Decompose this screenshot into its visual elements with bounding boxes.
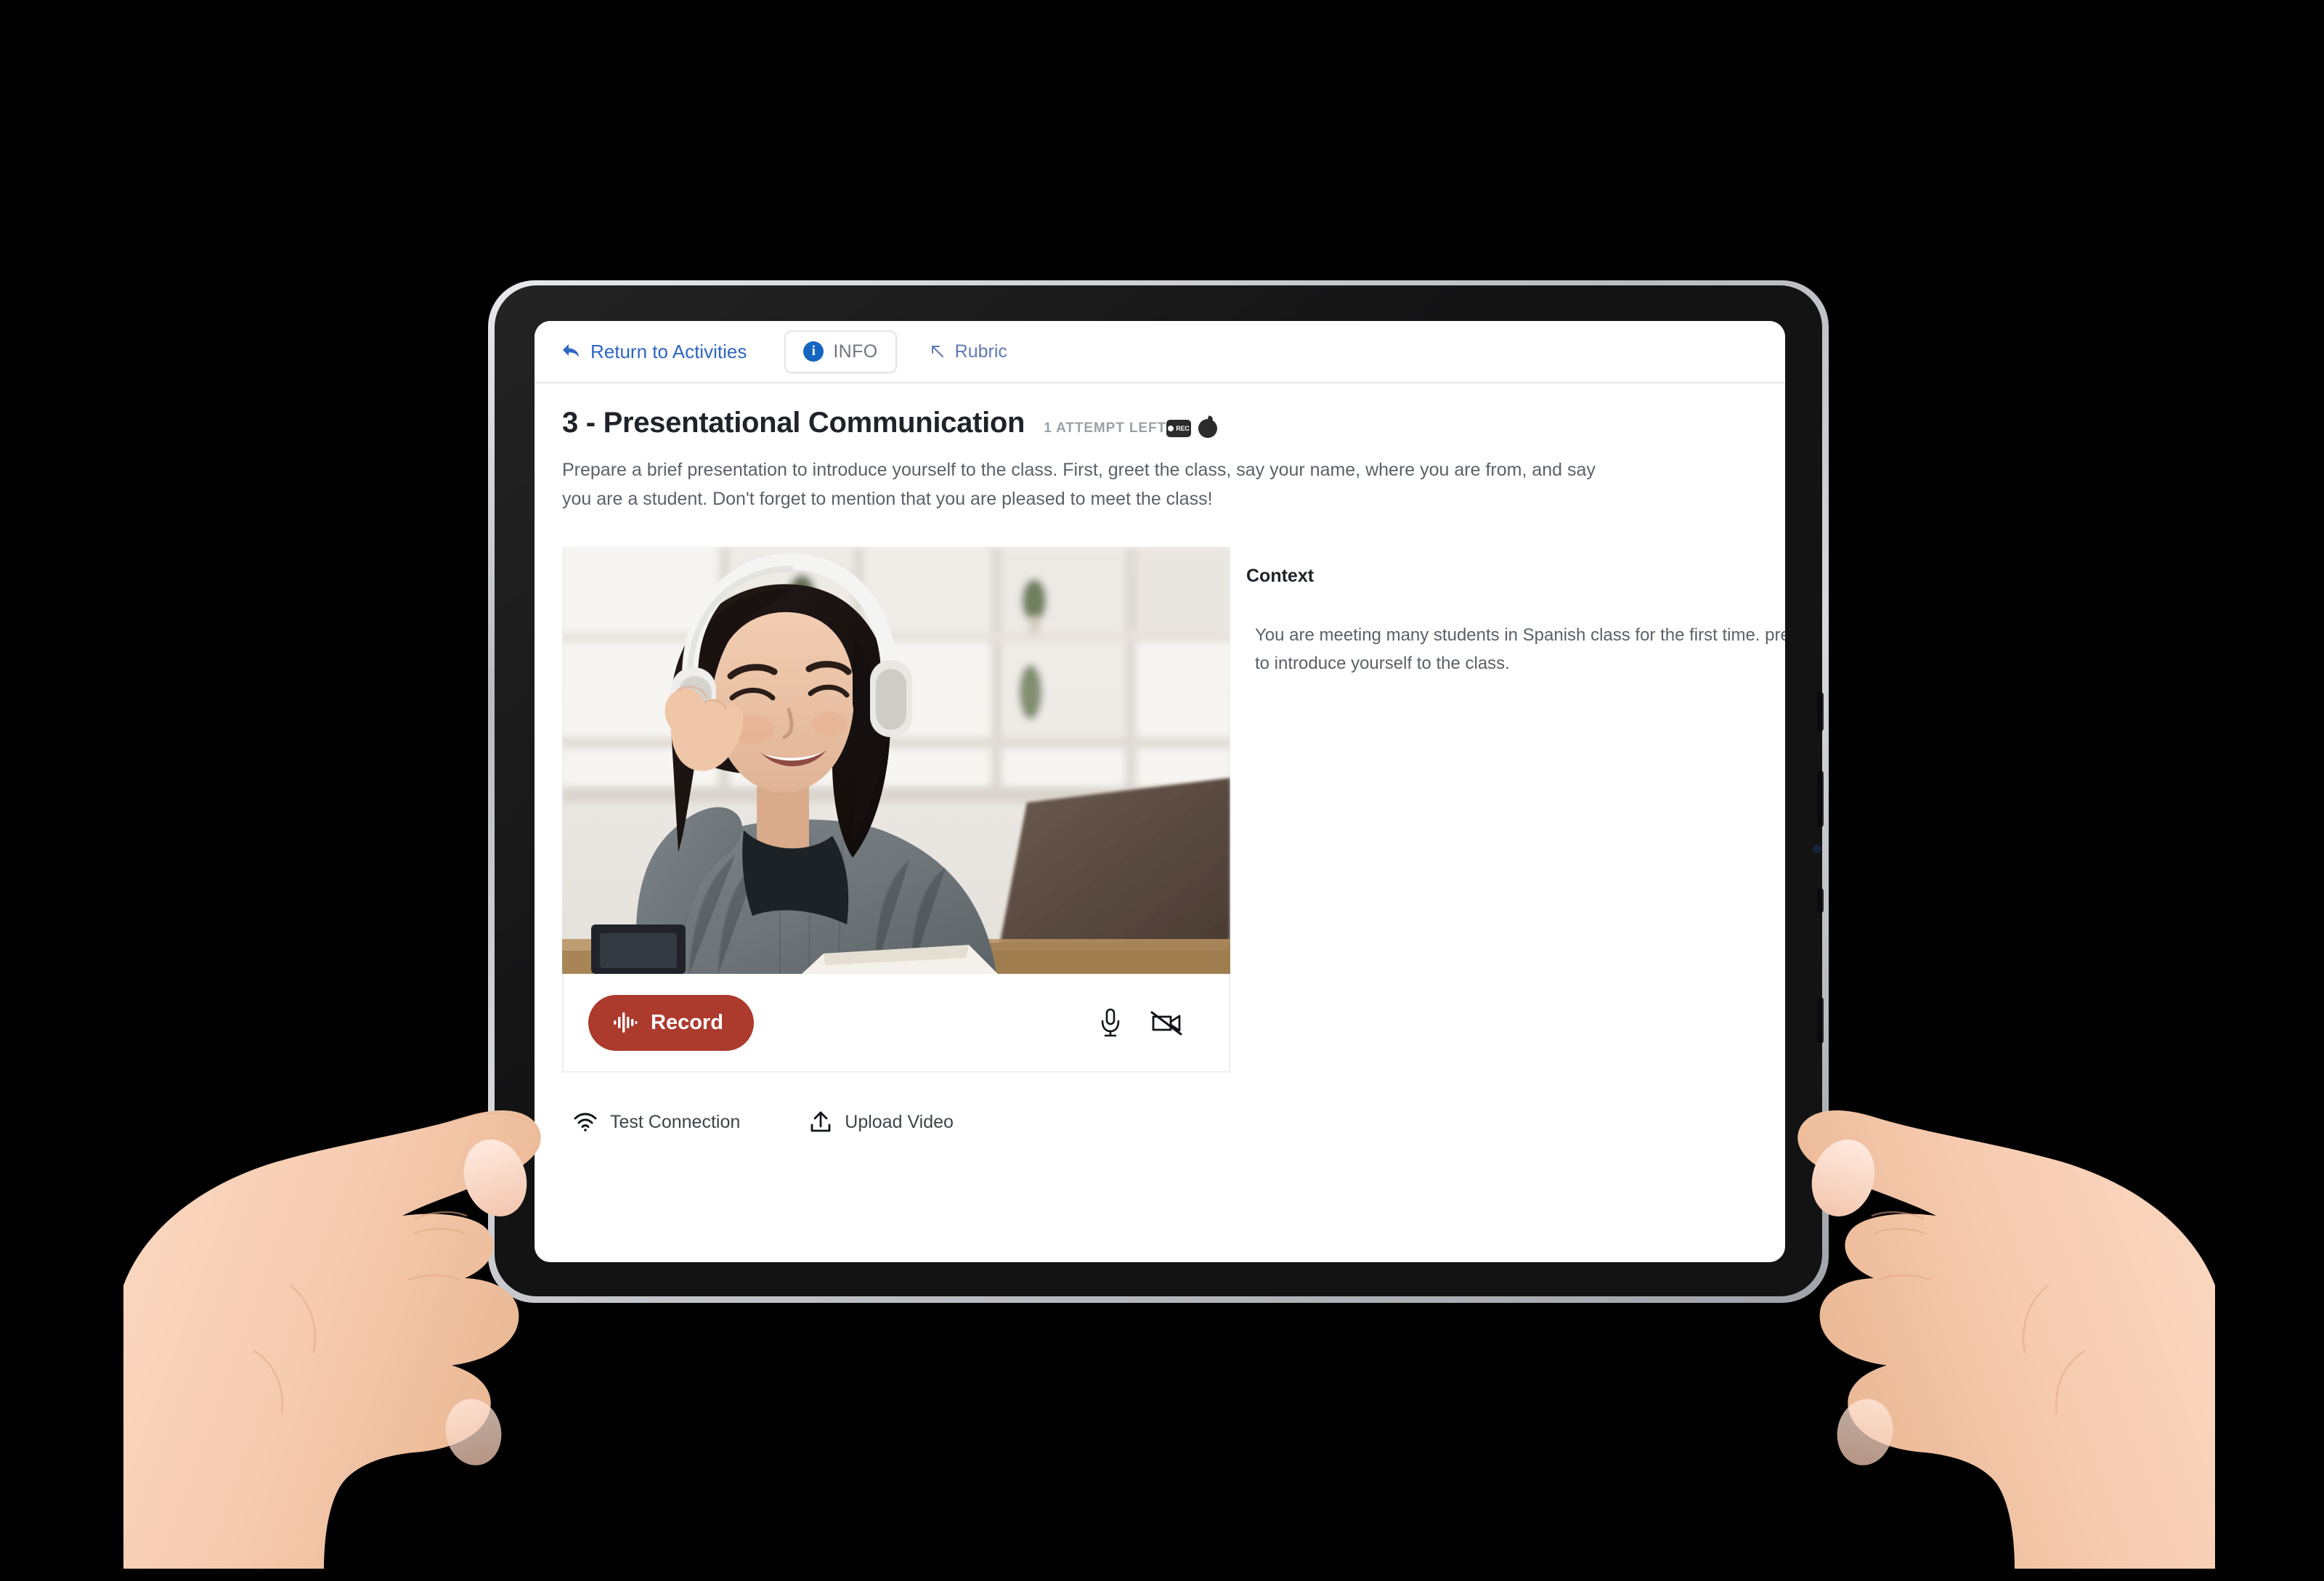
title-row: 3 - Presentational Communication 1 ATTEM…	[562, 407, 1758, 439]
device-side-button-top[interactable]	[1817, 692, 1824, 731]
microphone-icon	[1101, 1008, 1120, 1037]
camera-off-icon	[1150, 1011, 1182, 1036]
upload-video-link[interactable]: Upload Video	[810, 1110, 954, 1134]
context-column: Context You are meeting many students in…	[1230, 547, 1785, 1134]
tab-info-label: INFO	[833, 341, 878, 362]
device-side-port	[1817, 997, 1824, 1044]
device-indicator-led	[1813, 845, 1821, 853]
recorder-control-bar: Record	[562, 974, 1230, 1073]
context-body-text: You are meeting many students in Spanish…	[1255, 625, 1785, 673]
wifi-icon	[574, 1113, 597, 1131]
content-columns: Record Test Connection Upload Video Cont…	[562, 547, 1785, 1134]
attempt-badge-label: 1 ATTEMPT LEFT	[1044, 420, 1166, 436]
rec-chip-icon: REC	[1166, 420, 1191, 437]
tablet-screen: Return to Activities i INFO Rubric 3 - P…	[535, 321, 1785, 1262]
arrow-up-left-icon	[931, 346, 943, 357]
upload-icon	[810, 1111, 831, 1132]
top-navigation-bar: Return to Activities i INFO Rubric	[535, 321, 1785, 383]
tab-rubric-label: Rubric	[954, 341, 1007, 362]
test-connection-link[interactable]: Test Connection	[574, 1112, 740, 1133]
page-title: 3 - Presentational Communication	[562, 407, 1025, 439]
apple-dot-icon	[1198, 419, 1217, 438]
recorder-column: Record Test Connection Upload Video	[562, 547, 1230, 1134]
return-to-activities-label: Return to Activities	[590, 340, 747, 362]
back-arrow-icon	[563, 344, 579, 357]
test-connection-label: Test Connection	[610, 1111, 741, 1132]
bottom-actions: Test Connection Upload Video	[562, 1110, 1230, 1134]
microphone-button[interactable]	[1085, 1001, 1136, 1044]
record-button-label: Record	[651, 1010, 723, 1034]
attempt-badge: 1 ATTEMPT LEFT REC	[1044, 419, 1217, 438]
context-heading: Context	[1246, 566, 1315, 586]
device-side-button-volume[interactable]	[1817, 771, 1824, 827]
info-circle-icon: i	[803, 341, 824, 362]
video-preview-image	[562, 547, 1230, 974]
device-side-button-small[interactable]	[1817, 888, 1824, 913]
screen-body: 3 - Presentational Communication 1 ATTEM…	[535, 383, 1785, 1134]
video-card: Record	[562, 547, 1230, 1073]
tab-info[interactable]: i INFO	[784, 330, 897, 373]
return-to-activities-link[interactable]: Return to Activities	[553, 335, 754, 369]
video-preview[interactable]	[562, 547, 1230, 974]
record-button[interactable]: Record	[588, 994, 754, 1051]
waveform-icon	[614, 1012, 638, 1033]
camera-toggle-button[interactable]	[1136, 1001, 1197, 1044]
tablet-device: Return to Activities i INFO Rubric 3 - P…	[488, 280, 1829, 1303]
upload-video-label: Upload Video	[845, 1111, 954, 1132]
instructions-text: Prepare a brief presentation to introduc…	[562, 460, 1596, 509]
tab-rubric[interactable]: Rubric	[917, 332, 1019, 372]
